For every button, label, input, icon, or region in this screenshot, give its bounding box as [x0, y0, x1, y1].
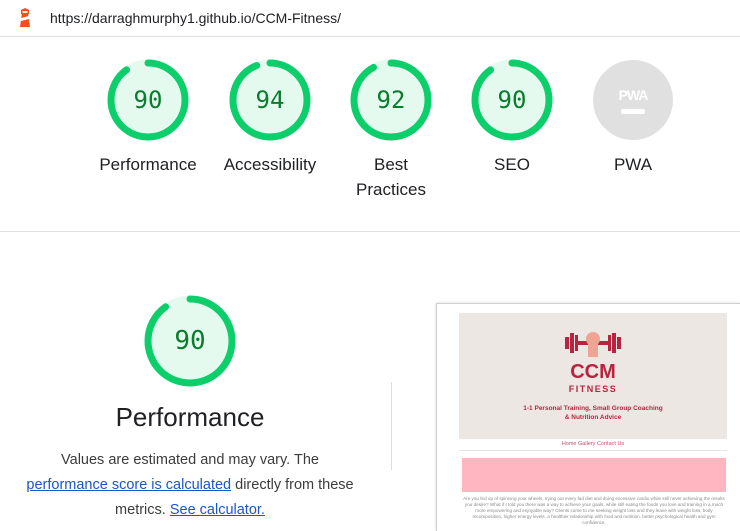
- lighthouse-icon: [20, 8, 30, 27]
- screenshot-hero: CCM FITNESS 1-1 Personal Training, Small…: [459, 313, 727, 439]
- tagline-line: 1-1 Personal Training, Small Group Coach…: [523, 405, 663, 412]
- pwa-badge-text: PWA: [618, 86, 649, 103]
- gauge-performance[interactable]: 90 Performance: [93, 58, 203, 177]
- gauge-score: 94: [255, 86, 285, 114]
- pwa-dash-icon: [621, 108, 645, 114]
- gauge-label: SEO: [494, 155, 530, 174]
- page-screenshot[interactable]: CCM FITNESS 1-1 Personal Training, Small…: [436, 303, 740, 531]
- gauge-pwa[interactable]: PWA PWA: [578, 58, 688, 177]
- page-url: https://darraghmurphy1.github.io/CCM-Fit…: [50, 10, 342, 26]
- screenshot-tagline: 1-1 Personal Training, Small Group Coach…: [459, 404, 727, 422]
- gauge-score: 90: [133, 86, 163, 114]
- see-calculator-link[interactable]: See calculator.: [170, 502, 265, 518]
- gauge-seo[interactable]: 90 SEO: [457, 58, 567, 177]
- url-bar: https://darraghmurphy1.github.io/CCM-Fit…: [0, 0, 740, 37]
- screenshot-pink-banner: [462, 458, 726, 492]
- gauge-score: 90: [497, 86, 527, 114]
- desc-text: directly from these: [231, 477, 354, 493]
- pwa-badge: PWA: [578, 58, 688, 142]
- gauge-label: Accessibility: [223, 155, 317, 174]
- gauge-accessibility[interactable]: 94 Accessibility: [215, 58, 325, 177]
- performance-section: 90 Performance Values are estimated and …: [0, 232, 740, 531]
- tagline-line: & Nutrition Advice: [564, 414, 622, 421]
- gauge-label: Best Practices: [356, 155, 426, 199]
- dumbbell-fist-icon: [565, 332, 621, 357]
- score-calculated-link[interactable]: performance score is calculated: [26, 477, 231, 493]
- desc-text: Values are estimated and may vary. The: [61, 452, 319, 468]
- gauge-label: Performance: [99, 155, 197, 174]
- desc-text: metrics.: [115, 502, 170, 518]
- performance-score: 90: [174, 326, 206, 356]
- performance-description: Values are estimated and may vary. The p…: [10, 448, 370, 523]
- screenshot-brand: CCM: [570, 361, 616, 383]
- screenshot-nav: Home Gallery Contact Us: [459, 441, 727, 451]
- category-gauges: 90 Performance 94 Accessibility 92 Best …: [0, 58, 740, 218]
- screenshot-body-text: Are you fed up of spinning your wheels, …: [463, 496, 725, 525]
- gauge-label: PWA: [613, 155, 653, 174]
- gauge-best-practices[interactable]: 92 Best Practices: [336, 58, 446, 202]
- screenshot-brand-sub: FITNESS: [568, 384, 618, 394]
- vertical-separator: [391, 382, 392, 470]
- gauge-score: 92: [376, 86, 406, 114]
- performance-title: Performance: [115, 402, 265, 432]
